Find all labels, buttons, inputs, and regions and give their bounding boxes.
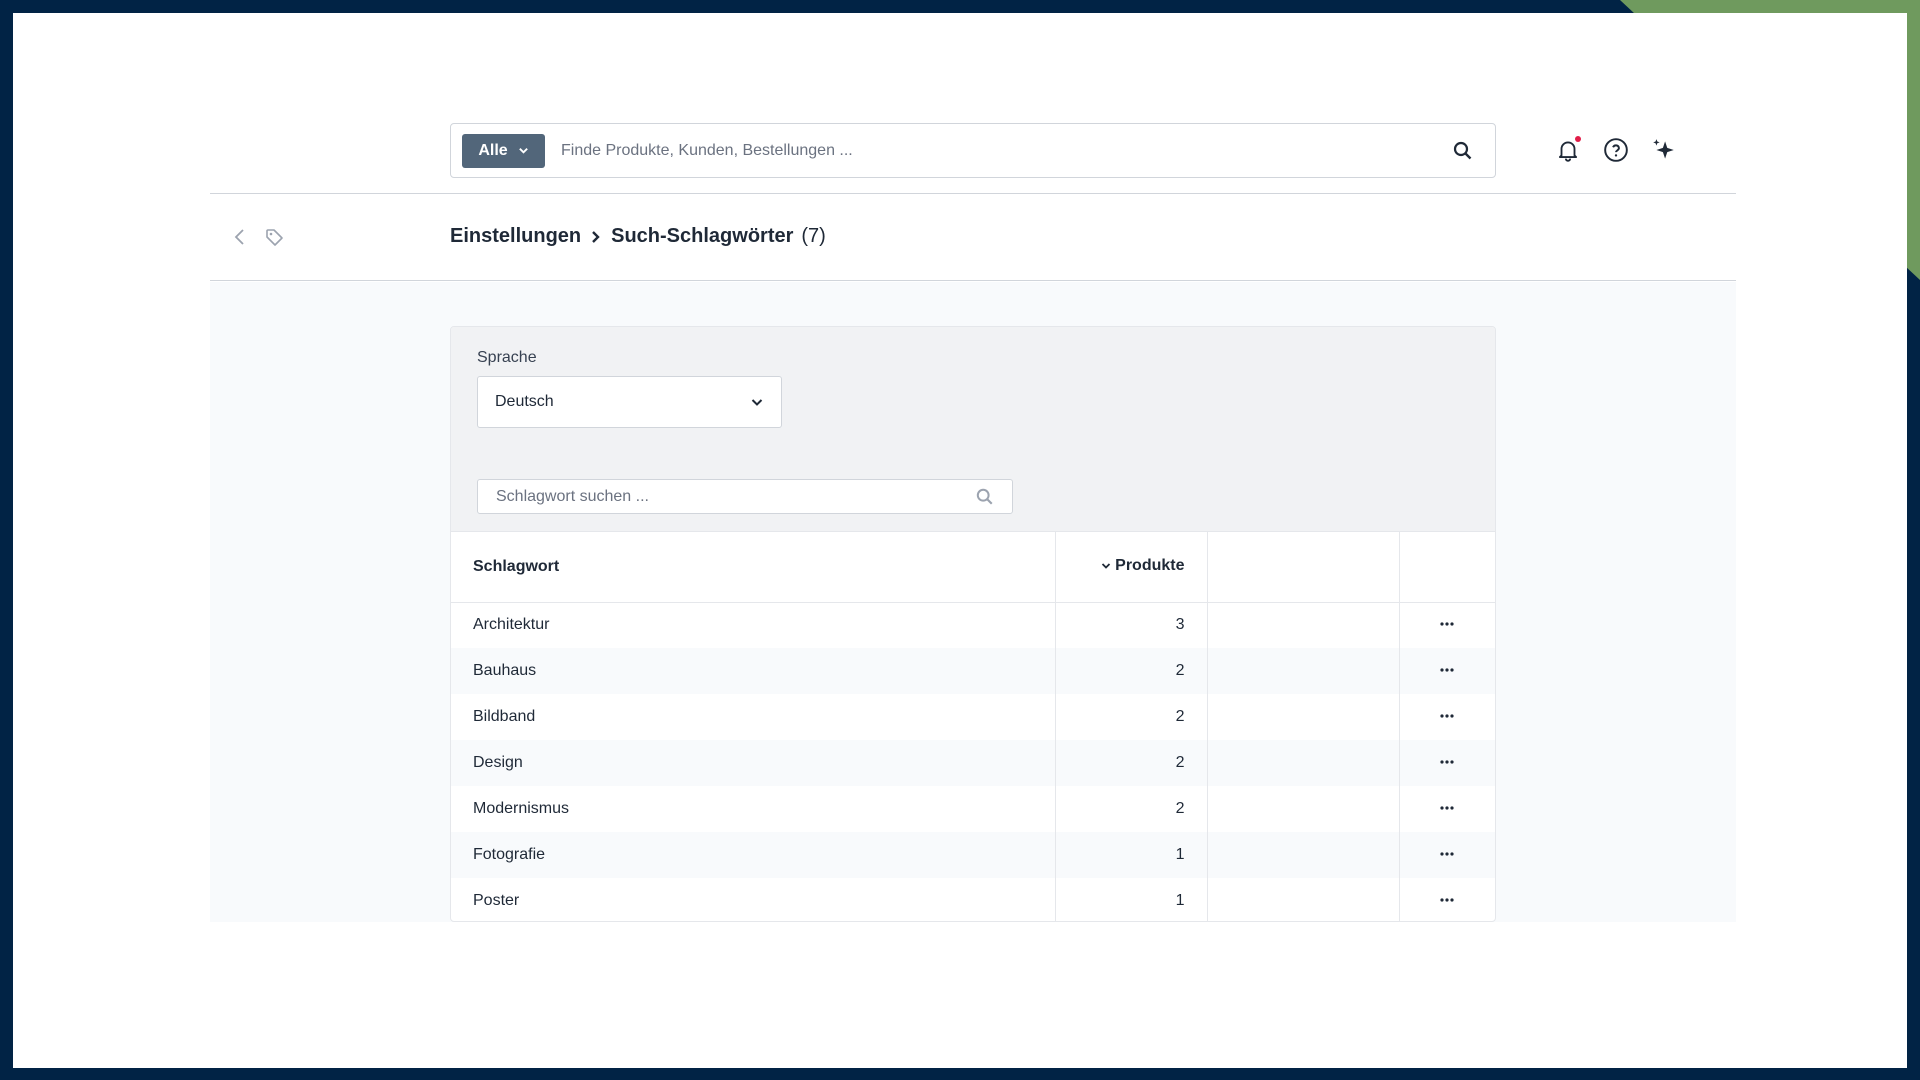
more-icon[interactable] <box>1437 895 1457 905</box>
app-frame: Alle Finde Produkte, Kunden, Bestellunge… <box>13 13 1907 1068</box>
page-title: Einstellungen Such-Schlagwörter (7) <box>450 225 826 248</box>
top-icons <box>1555 136 1677 163</box>
keyword-cell: Bauhaus <box>451 648 1056 694</box>
more-icon[interactable] <box>1437 619 1457 629</box>
keyword-cell: Poster <box>451 878 1056 921</box>
back-icon[interactable] <box>232 227 248 247</box>
search-icon[interactable] <box>976 488 994 506</box>
row-actions-cell <box>1399 648 1495 694</box>
page-header: Einstellungen Such-Schlagwörter (7) <box>210 195 1736 281</box>
table-row[interactable]: Poster 1 <box>451 878 1495 921</box>
ai-assistant-button[interactable] <box>1651 137 1677 163</box>
product-count-cell: 2 <box>1055 740 1208 786</box>
keywords-card: Sprache Deutsch Schlagwort suchen ... Sc… <box>450 326 1496 922</box>
row-actions-cell <box>1399 740 1495 786</box>
empty-cell <box>1207 694 1400 740</box>
row-actions-cell <box>1399 878 1495 921</box>
keyword-cell: Design <box>451 740 1056 786</box>
more-icon[interactable] <box>1437 757 1457 767</box>
chevron-down-icon <box>518 148 528 154</box>
keyword-cell: Bildband <box>451 694 1056 740</box>
more-icon[interactable] <box>1437 849 1457 859</box>
table-row[interactable]: Architektur 3 <box>451 602 1495 648</box>
table-row[interactable]: Modernismus 2 <box>451 786 1495 832</box>
row-actions-cell <box>1399 786 1495 832</box>
table-body: Architektur 3 Bauhaus 2 Bildband 2 Design 2 Mode… <box>451 602 1495 921</box>
chevron-down-icon <box>751 399 763 406</box>
more-icon[interactable] <box>1437 665 1457 675</box>
keyword-search <box>477 479 1013 514</box>
help-icon <box>1604 138 1628 162</box>
table-header-row: Schlagwort Produkte <box>451 532 1495 603</box>
global-search: Alle <box>450 123 1496 178</box>
language-value: Deutsch <box>495 393 554 410</box>
breadcrumb-parent[interactable]: Einstellungen <box>450 225 581 248</box>
more-icon[interactable] <box>1437 711 1457 721</box>
search-icon[interactable] <box>1453 141 1473 161</box>
empty-cell <box>1207 878 1400 921</box>
sort-desc-icon <box>1102 563 1111 570</box>
keywords-table: Schlagwort Produkte Architektur 3 Bauhau… <box>451 532 1495 921</box>
product-count-cell: 2 <box>1055 786 1208 832</box>
app: Alle Finde Produkte, Kunden, Bestellunge… <box>210 13 1736 922</box>
keyword-count: (7) <box>801 225 826 247</box>
keyword-cell: Fotografie <box>451 832 1056 878</box>
product-count-cell: 1 <box>1055 878 1208 921</box>
empty-cell <box>1207 648 1400 694</box>
table-row[interactable]: Bauhaus 2 <box>451 648 1495 694</box>
help-button[interactable] <box>1603 137 1629 163</box>
notifications-button[interactable] <box>1555 136 1581 163</box>
chevron-right-icon <box>592 230 600 243</box>
product-count-cell: 2 <box>1055 694 1208 740</box>
column-header-actions <box>1399 532 1495 603</box>
language-label: Sprache <box>477 349 537 366</box>
breadcrumb-current: Such-Schlagwörter <box>611 225 794 247</box>
language-select[interactable]: Deutsch <box>477 376 782 428</box>
row-actions-cell <box>1399 694 1495 740</box>
row-actions-cell <box>1399 602 1495 648</box>
keyword-cell: Architektur <box>451 602 1056 648</box>
empty-cell <box>1207 786 1400 832</box>
search-scope-button[interactable]: Alle <box>462 133 545 168</box>
product-count-cell: 2 <box>1055 648 1208 694</box>
more-icon[interactable] <box>1437 803 1457 813</box>
empty-cell <box>1207 740 1400 786</box>
top-bar: Alle <box>210 110 1736 194</box>
column-header-products[interactable]: Produkte <box>1055 532 1208 603</box>
content-area: Sprache Deutsch Schlagwort suchen ... Sc… <box>210 282 1736 922</box>
row-actions-cell <box>1399 832 1495 878</box>
empty-cell <box>1207 602 1400 648</box>
product-count-cell: 3 <box>1055 602 1208 648</box>
column-header-products-label: Produkte <box>1115 557 1185 575</box>
global-search-input[interactable] <box>561 141 1453 160</box>
sparkle-icon <box>1653 139 1674 159</box>
column-header-keyword[interactable]: Schlagwort <box>451 532 1056 603</box>
table-row[interactable]: Fotografie 1 <box>451 832 1495 878</box>
table-row[interactable]: Design 2 <box>451 740 1495 786</box>
keyword-cell: Modernismus <box>451 786 1056 832</box>
search-scope-label: Alle <box>478 141 508 159</box>
filter-panel: Sprache Deutsch <box>451 327 1495 532</box>
column-header-empty <box>1207 532 1400 603</box>
table-row[interactable]: Bildband 2 <box>451 694 1495 740</box>
empty-cell <box>1207 832 1400 878</box>
keyword-search-input[interactable] <box>496 487 976 506</box>
tag-icon[interactable] <box>264 227 284 247</box>
product-count-cell: 1 <box>1055 832 1208 878</box>
notification-dot <box>1575 136 1581 142</box>
